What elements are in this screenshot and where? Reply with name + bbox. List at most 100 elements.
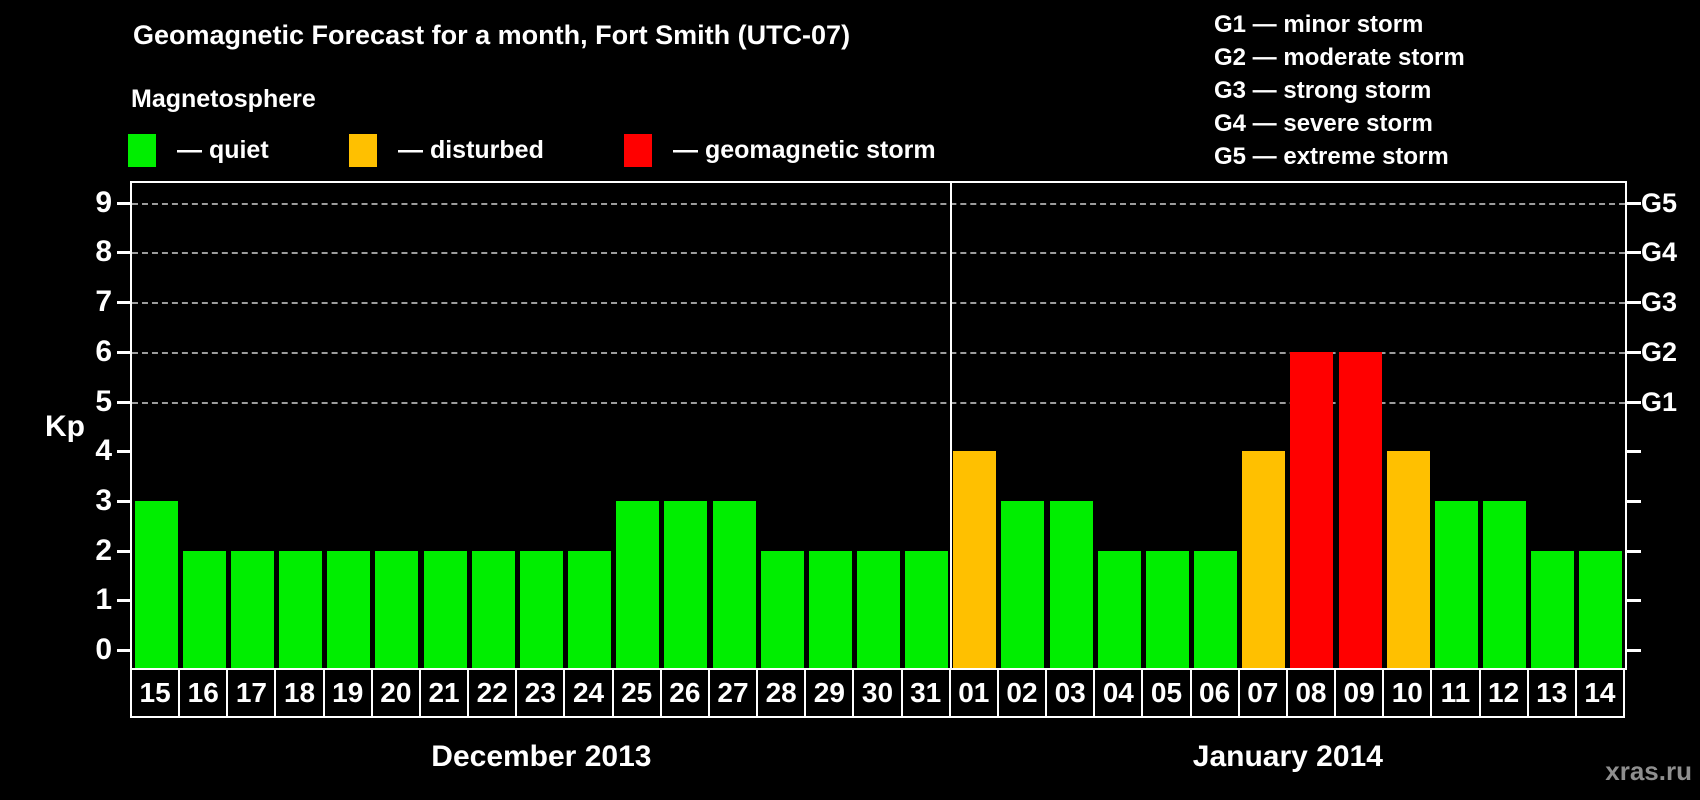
kp-bar-day-07: [1242, 451, 1286, 668]
kp-bar-day-04: [1097, 550, 1141, 668]
kp-bar-day-12: [1483, 500, 1527, 668]
kp-bar-day-08: [1290, 351, 1334, 668]
kp-bar-day-02: [1001, 500, 1045, 668]
quiet-swatch-icon: [128, 133, 156, 167]
y-tick-right-0: [1627, 649, 1641, 652]
day-label-07: 07: [1237, 668, 1288, 718]
day-label-10: 10: [1382, 668, 1433, 718]
g-scale-line-5: G5 — extreme storm: [1214, 143, 1449, 170]
day-label-29: 29: [804, 668, 855, 718]
day-label-20: 20: [370, 668, 421, 718]
chart-title: Geomagnetic Forecast for a month, Fort S…: [133, 20, 851, 50]
y-tick-left-6: [117, 350, 131, 354]
kp-bar-day-25: [616, 500, 660, 668]
legend-item-label: — disturbed: [398, 135, 544, 164]
plot-area: [130, 181, 1627, 670]
kp-bar-day-15: [134, 500, 178, 668]
y-tick-left-3: [117, 499, 131, 503]
y-tick-left-4: [117, 450, 131, 454]
kp-bar-day-23: [519, 550, 563, 668]
day-label-12: 12: [1478, 668, 1529, 718]
y-tick-right-2: [1627, 549, 1641, 553]
kp-bar-day-09: [1338, 351, 1382, 668]
day-label-31: 31: [900, 668, 951, 718]
kp-bar-day-19: [327, 550, 371, 668]
y-tick-label-3: 3: [95, 483, 112, 517]
y-tick-left-9: [117, 201, 131, 205]
y-tick-right-8: [1627, 251, 1641, 255]
y-tick-label-9: 9: [95, 185, 112, 219]
day-label-08: 08: [1285, 668, 1337, 718]
y-tick-label-8: 8: [95, 235, 112, 269]
y-tick-label-1: 1: [95, 583, 112, 617]
y-tick-right-1: [1627, 599, 1641, 603]
legend-item-label: — quiet: [177, 135, 269, 164]
y-tick-right-4: [1627, 450, 1641, 454]
legend-heading: Magnetosphere: [131, 85, 316, 113]
day-label-02: 02: [996, 668, 1048, 718]
kp-bar-day-10: [1386, 451, 1430, 668]
day-label-30: 30: [852, 668, 903, 718]
day-label-22: 22: [467, 668, 518, 718]
day-label-15: 15: [130, 668, 181, 718]
day-label-28: 28: [756, 668, 807, 718]
gridline-kp8: [132, 252, 1625, 255]
disturbed-swatch-icon: [349, 133, 377, 167]
g-scale-legend: G1 — minor storm G2 — moderate storm G3 — …: [1214, 8, 1465, 173]
kp-bar-day-26: [664, 500, 708, 668]
kp-bar-day-03: [1049, 500, 1093, 668]
y-tick-label-7: 7: [95, 285, 112, 319]
kp-bar-day-31: [905, 550, 949, 668]
day-label-14: 14: [1574, 668, 1625, 718]
day-label-17: 17: [226, 668, 277, 718]
day-label-13: 13: [1526, 668, 1577, 718]
day-label-06: 06: [1189, 668, 1240, 718]
gridline-kp5: [132, 401, 1625, 404]
day-label-21: 21: [418, 668, 470, 718]
kp-bar-day-18: [279, 550, 323, 668]
day-label-19: 19: [322, 668, 373, 718]
day-label-11: 11: [1430, 668, 1481, 718]
geomagnetic-forecast-chart: Geomagnetic Forecast for a month, Fort S…: [0, 0, 1700, 800]
kp-bar-day-20: [375, 550, 419, 668]
kp-bar-day-27: [712, 500, 756, 668]
y-tick-right-6: [1627, 350, 1641, 354]
day-label-04: 04: [1093, 668, 1144, 718]
y-tick-right-7: [1627, 301, 1641, 305]
day-label-03: 03: [1045, 668, 1096, 718]
y-tick-left-0: [117, 649, 131, 652]
y-tick-left-7: [117, 301, 131, 305]
y-tick-label-2: 2: [95, 533, 112, 567]
day-label-27: 27: [707, 668, 759, 718]
g-scale-line-4: G4 — severe storm: [1214, 110, 1433, 137]
kp-bar-day-16: [182, 550, 226, 668]
month-label-december: December 2013: [431, 740, 652, 773]
kp-bar-day-28: [760, 550, 804, 668]
kp-bar-day-21: [423, 550, 467, 668]
kp-bar-day-11: [1434, 500, 1478, 668]
kp-bar-day-29: [808, 550, 852, 668]
legend-item-storm: — geomagnetic storm: [624, 133, 936, 167]
y-tick-label-6: 6: [95, 334, 112, 368]
gridline-kp9: [132, 202, 1625, 205]
day-label-24: 24: [563, 668, 614, 718]
day-label-18: 18: [274, 668, 325, 718]
y-tick-left-5: [117, 400, 131, 404]
day-label-26: 26: [659, 668, 710, 718]
gridline-kp6: [132, 351, 1625, 354]
y-tick-right-9: [1627, 201, 1641, 205]
kp-bar-day-06: [1194, 550, 1238, 668]
right-axis-label-g5: G5: [1641, 187, 1678, 218]
kp-bar-day-30: [857, 550, 900, 668]
kp-bar-day-13: [1531, 550, 1575, 668]
g-scale-line-3: G3 — strong storm: [1214, 77, 1432, 104]
right-axis-label-g2: G2: [1641, 336, 1678, 367]
legend-item-label: — geomagnetic storm: [673, 135, 936, 164]
right-axis-label-g4: G4: [1641, 237, 1678, 268]
y-axis-title: Kp: [45, 410, 85, 443]
y-tick-left-1: [117, 599, 131, 603]
storm-swatch-icon: [624, 133, 652, 167]
y-tick-right-3: [1627, 499, 1641, 503]
gridline-kp7: [132, 302, 1625, 305]
month-label-january: January 2014: [1192, 740, 1383, 773]
